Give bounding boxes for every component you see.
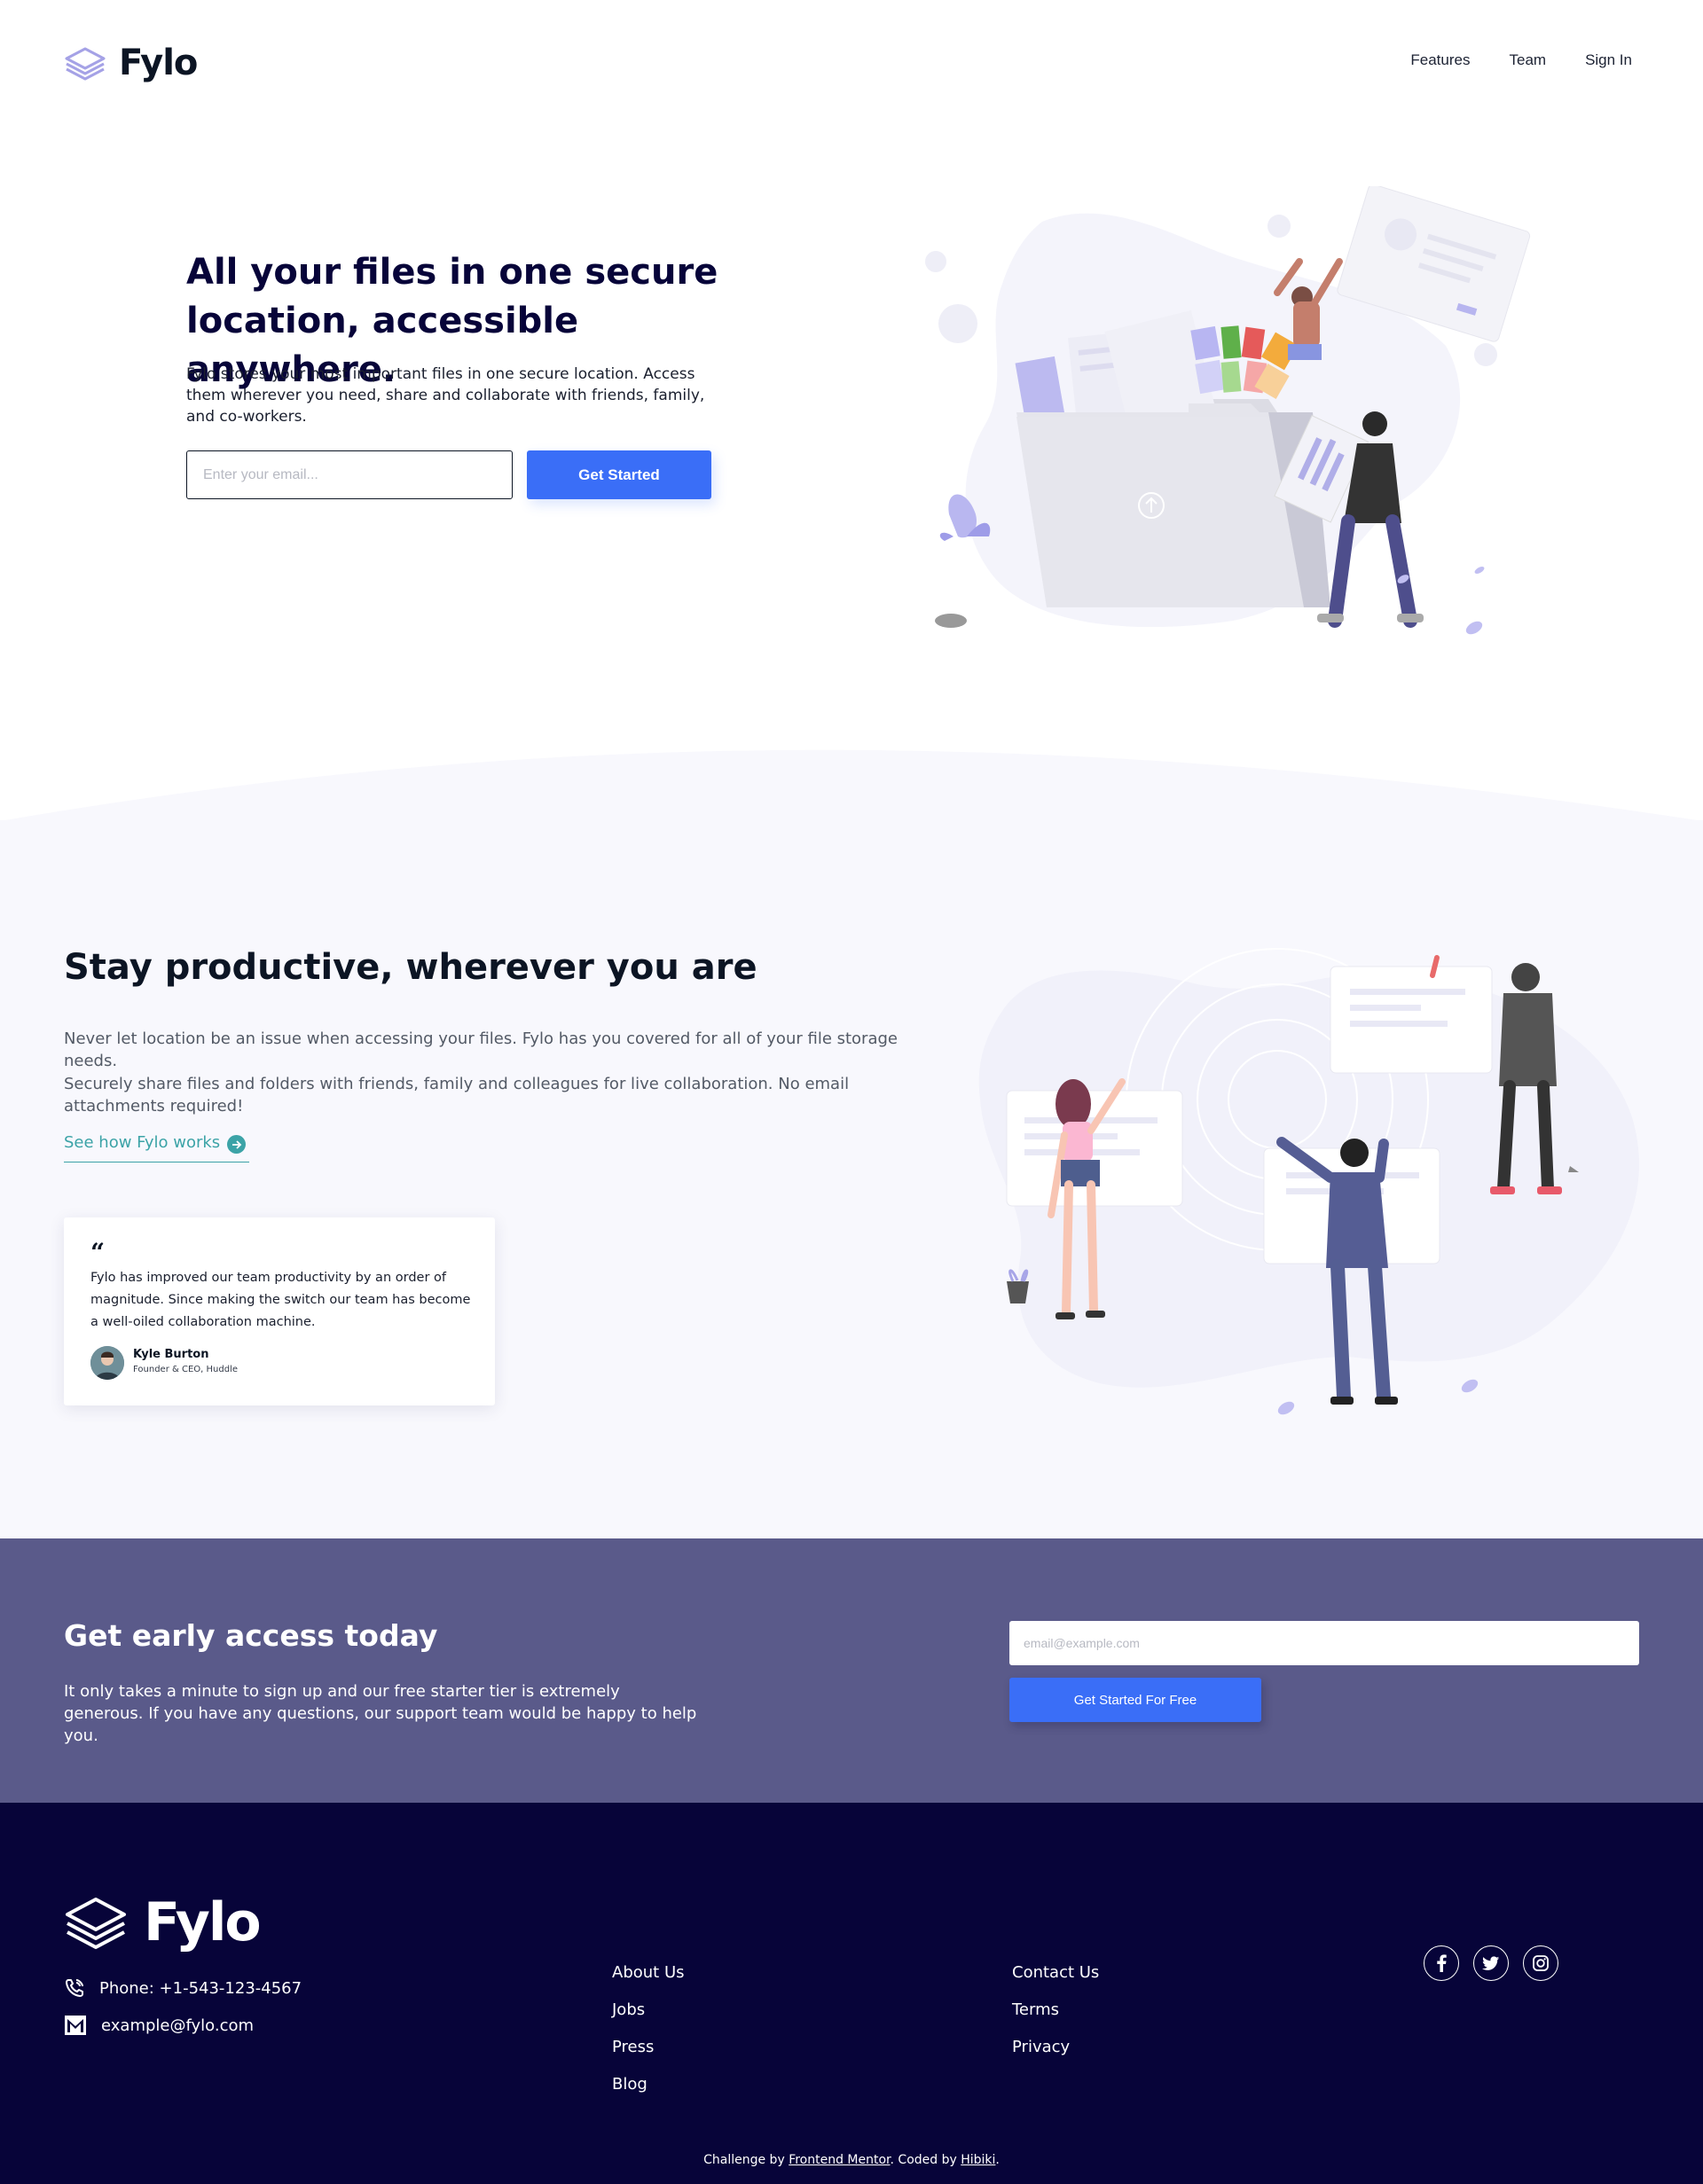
get-started-free-button[interactable]: Get Started For Free bbox=[1009, 1678, 1261, 1722]
footer-link-contact-us[interactable]: Contact Us bbox=[1012, 1963, 1099, 1982]
instagram-icon bbox=[1533, 1955, 1549, 1971]
twitter-icon bbox=[1482, 1955, 1500, 1970]
credit-prefix: Challenge by bbox=[703, 2153, 785, 2167]
testimonial-card: “ Fylo has improved our team productivit… bbox=[64, 1217, 495, 1405]
facebook-icon bbox=[1437, 1954, 1447, 1972]
fylo-logo-icon bbox=[65, 47, 106, 81]
nav-sign-in[interactable]: Sign In bbox=[1585, 51, 1632, 69]
credit-middle: . Coded by bbox=[890, 2153, 957, 2167]
productive-illustration bbox=[978, 948, 1639, 1415]
email-text[interactable]: example@fylo.com bbox=[101, 2016, 254, 2035]
footer-link-blog[interactable]: Blog bbox=[612, 2075, 647, 2094]
avatar bbox=[90, 1346, 124, 1380]
early-email-input[interactable] bbox=[1009, 1621, 1639, 1665]
arrow-right-icon bbox=[227, 1135, 247, 1154]
footer-link-jobs[interactable]: Jobs bbox=[612, 2000, 645, 2019]
productive-title: Stay productive, wherever you are bbox=[64, 947, 757, 988]
section-wave bbox=[0, 749, 1703, 821]
early-access-title: Get early access today bbox=[64, 1618, 438, 1653]
footer-phone: Phone: +1-543-123-4567 bbox=[64, 1977, 302, 1999]
credit-suffix: . bbox=[995, 2153, 1000, 2167]
phone-text: Phone: +1-543-123-4567 bbox=[99, 1978, 302, 1998]
instagram-link[interactable] bbox=[1523, 1945, 1558, 1981]
author-link[interactable]: Hibiki bbox=[961, 2153, 995, 2167]
nav-team[interactable]: Team bbox=[1509, 51, 1546, 69]
fylo-logo-icon bbox=[66, 1898, 126, 1949]
footer-link-about-us[interactable]: About Us bbox=[612, 1963, 685, 1982]
productive-paragraph-1: Never let location be an issue when acce… bbox=[64, 1029, 898, 1070]
testimonial-role: Founder & CEO, Huddle bbox=[133, 1365, 238, 1374]
quote-icon: “ bbox=[90, 1238, 106, 1267]
hero-illustration bbox=[925, 186, 1531, 635]
logo-text: Fylo bbox=[119, 43, 198, 83]
footer-link-privacy[interactable]: Privacy bbox=[1012, 2038, 1070, 2056]
phone-icon bbox=[66, 1979, 83, 1997]
testimonial-text: Fylo has improved our team productivity … bbox=[90, 1271, 471, 1329]
see-how-link[interactable]: See how Fylo works bbox=[64, 1133, 250, 1162]
footer-credit: Challenge by Frontend Mentor. Coded by H… bbox=[0, 2153, 1703, 2167]
mail-icon bbox=[65, 2016, 86, 2035]
hero-description: Fylo stores your most important files in… bbox=[186, 365, 705, 426]
footer-email: example@fylo.com bbox=[64, 2015, 254, 2036]
twitter-link[interactable] bbox=[1473, 1945, 1509, 1981]
nav-features[interactable]: Features bbox=[1410, 51, 1470, 69]
footer-link-press[interactable]: Press bbox=[612, 2038, 654, 2056]
get-started-button[interactable]: Get Started bbox=[527, 450, 711, 499]
see-how-label: See how Fylo works bbox=[64, 1133, 221, 1152]
footer-logo[interactable]: Fylo bbox=[64, 1891, 262, 1953]
logo[interactable]: Fylo bbox=[64, 43, 198, 83]
facebook-link[interactable] bbox=[1424, 1945, 1459, 1981]
early-access-description: It only takes a minute to sign up and ou… bbox=[64, 1682, 697, 1745]
footer-logo-text: Fylo bbox=[144, 1891, 262, 1953]
hero-email-input[interactable] bbox=[186, 450, 513, 499]
site-header: Fylo Features Team Sign In bbox=[0, 0, 1703, 124]
footer-link-terms[interactable]: Terms bbox=[1012, 2000, 1059, 2019]
testimonial-name: Kyle Burton bbox=[133, 1348, 209, 1361]
productive-paragraph-2: Securely share files and folders with fr… bbox=[64, 1075, 850, 1115]
frontend-mentor-link[interactable]: Frontend Mentor bbox=[789, 2153, 890, 2167]
main-nav: Features Team Sign In bbox=[1410, 51, 1632, 69]
early-access-section: Get early access today It only takes a m… bbox=[0, 1538, 1703, 1803]
